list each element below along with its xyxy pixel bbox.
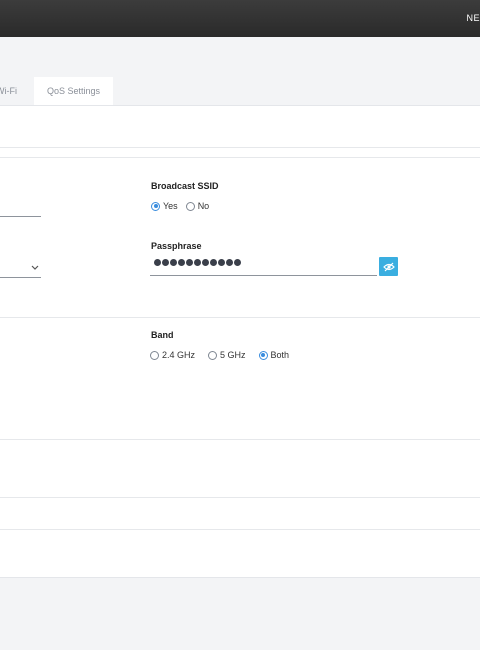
radio-unselected-icon xyxy=(208,350,218,360)
band-2-4ghz-radio[interactable]: 2.4 GHz xyxy=(150,350,195,360)
radio-selected-icon xyxy=(258,350,268,360)
text-input-underline[interactable] xyxy=(0,216,41,217)
mask-dot xyxy=(154,259,161,266)
mask-dot xyxy=(202,259,209,266)
passphrase-masked-value xyxy=(154,259,241,266)
chevron-down-icon[interactable] xyxy=(31,264,39,273)
mask-dot xyxy=(218,259,225,266)
mask-dot xyxy=(186,259,193,266)
mask-dot xyxy=(210,259,217,266)
tab-wifi[interactable]: Wi-Fi xyxy=(0,77,30,106)
divider xyxy=(0,157,480,158)
reveal-password-button[interactable] xyxy=(379,257,398,276)
tab-wifi-label: Wi-Fi xyxy=(0,86,17,96)
mask-dot xyxy=(226,259,233,266)
radio-unselected-icon xyxy=(185,201,195,211)
nav-text-truncated[interactable]: NE xyxy=(466,13,480,23)
band-radio-group: 2.4 GHz 5 GHz Both xyxy=(150,350,297,360)
broadcast-ssid-label: Broadcast SSID xyxy=(151,181,219,191)
tab-qos-settings[interactable]: QoS Settings xyxy=(34,77,113,106)
divider xyxy=(0,147,480,148)
broadcast-ssid-yes-radio[interactable]: Yes xyxy=(151,201,178,211)
broadcast-ssid-no-radio[interactable]: No xyxy=(185,201,210,211)
select-underline[interactable] xyxy=(0,277,41,278)
divider xyxy=(0,497,480,498)
mask-dot xyxy=(162,259,169,266)
mask-dot xyxy=(178,259,185,266)
top-navigation-bar: NE xyxy=(0,0,480,37)
radio-label: Yes xyxy=(163,201,178,211)
passphrase-label: Passphrase xyxy=(151,241,202,251)
band-label: Band xyxy=(151,330,174,340)
broadcast-ssid-radio-group: Yes No xyxy=(151,201,217,211)
divider xyxy=(0,439,480,440)
radio-label: 5 GHz xyxy=(220,350,246,360)
radio-label: Both xyxy=(270,350,290,360)
divider xyxy=(0,317,480,318)
eye-slash-icon xyxy=(382,262,395,271)
band-both-radio[interactable]: Both xyxy=(258,350,290,360)
mask-dot xyxy=(194,259,201,266)
radio-selected-icon xyxy=(151,201,160,211)
mask-dot xyxy=(170,259,177,266)
radio-unselected-icon xyxy=(150,350,159,360)
band-5ghz-radio[interactable]: 5 GHz xyxy=(208,350,246,360)
radio-label: No xyxy=(197,201,210,211)
settings-panel xyxy=(0,105,480,578)
radio-label: 2.4 GHz xyxy=(162,350,196,360)
divider xyxy=(0,529,480,530)
mask-dot xyxy=(234,259,241,266)
